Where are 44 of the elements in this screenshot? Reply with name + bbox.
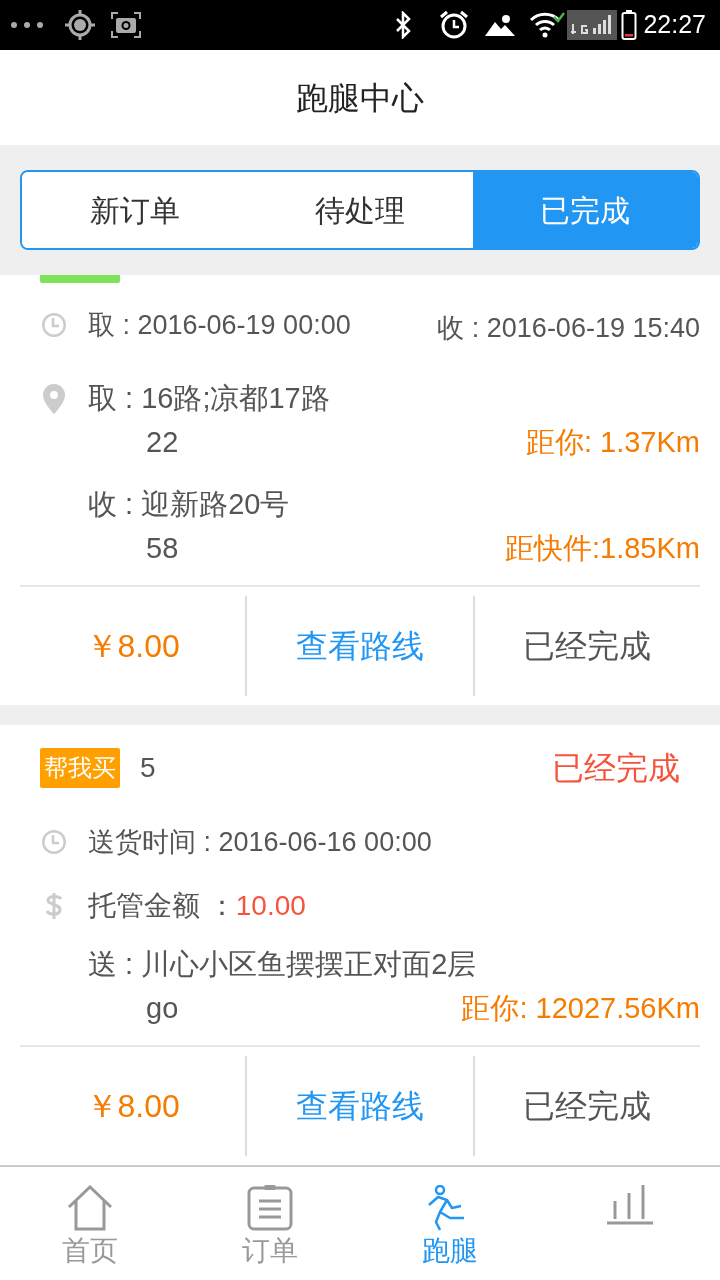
clock-time: 22:27 (643, 9, 706, 41)
completed-button[interactable]: 已经完成 (474, 1056, 700, 1156)
price-label: ￥8.00 (84, 1087, 181, 1126)
view-route-button[interactable]: 查看路线 (247, 596, 473, 696)
nav-tab[interactable]: 跑腿 (360, 1167, 540, 1280)
address-detail: 58 (146, 531, 179, 567)
battery-icon (621, 9, 638, 41)
address-line: 取 : 16路;凉都17路 (88, 381, 330, 417)
segment-tab[interactable]: 已完成 (472, 172, 698, 248)
amount-label: 托管金额 ： (88, 889, 236, 923)
completed-button[interactable]: 已经完成 (474, 596, 700, 696)
location-pin-icon (42, 384, 66, 414)
address-detail: go (146, 991, 179, 1027)
pickup-time: 取 : 2016-06-19 00:00 (88, 308, 351, 342)
photo-icon (485, 14, 516, 36)
clock-icon (40, 311, 68, 339)
receive-time: 收 : 2016-06-19 15:40 (437, 311, 700, 345)
nav-tab[interactable]: 首页 (0, 1167, 180, 1280)
signal-icon (567, 10, 618, 40)
distance-label: 距快件:1.85Km (505, 531, 700, 567)
home-icon (67, 1185, 113, 1231)
order-status: 已经完成 (552, 749, 680, 788)
order-number: 5 (140, 751, 156, 785)
camera-icon (110, 11, 142, 39)
address-line: 送 : 川心小区鱼摆摆正对面2层 (88, 947, 477, 983)
alarm-icon (439, 10, 470, 40)
order-type-badge: 帮我买 (40, 748, 120, 788)
more-icon (10, 20, 44, 30)
nav-tab[interactable]: 订单 (180, 1167, 360, 1280)
clock-icon (40, 828, 68, 856)
page-title: 跑腿中心 (296, 78, 424, 118)
price-label: ￥8.00 (84, 627, 181, 666)
view-route-button[interactable]: 查看路线 (247, 1056, 473, 1156)
distance-label: 距你: 1.37Km (525, 425, 700, 461)
wifi-icon (529, 11, 566, 39)
location-icon (64, 9, 96, 41)
amount-value: 10.00 (235, 889, 306, 923)
pickup-time: 送货时间 : 2016-06-16 00:00 (88, 825, 432, 859)
distance-label: 距你: 12027.56Km (461, 991, 700, 1027)
address-detail: 22 (146, 425, 179, 461)
dollar-icon (43, 891, 65, 921)
clipboard-icon (247, 1185, 293, 1231)
bar-chart-icon (607, 1185, 653, 1225)
address-line: 收 : 迎新路20号 (88, 487, 290, 523)
